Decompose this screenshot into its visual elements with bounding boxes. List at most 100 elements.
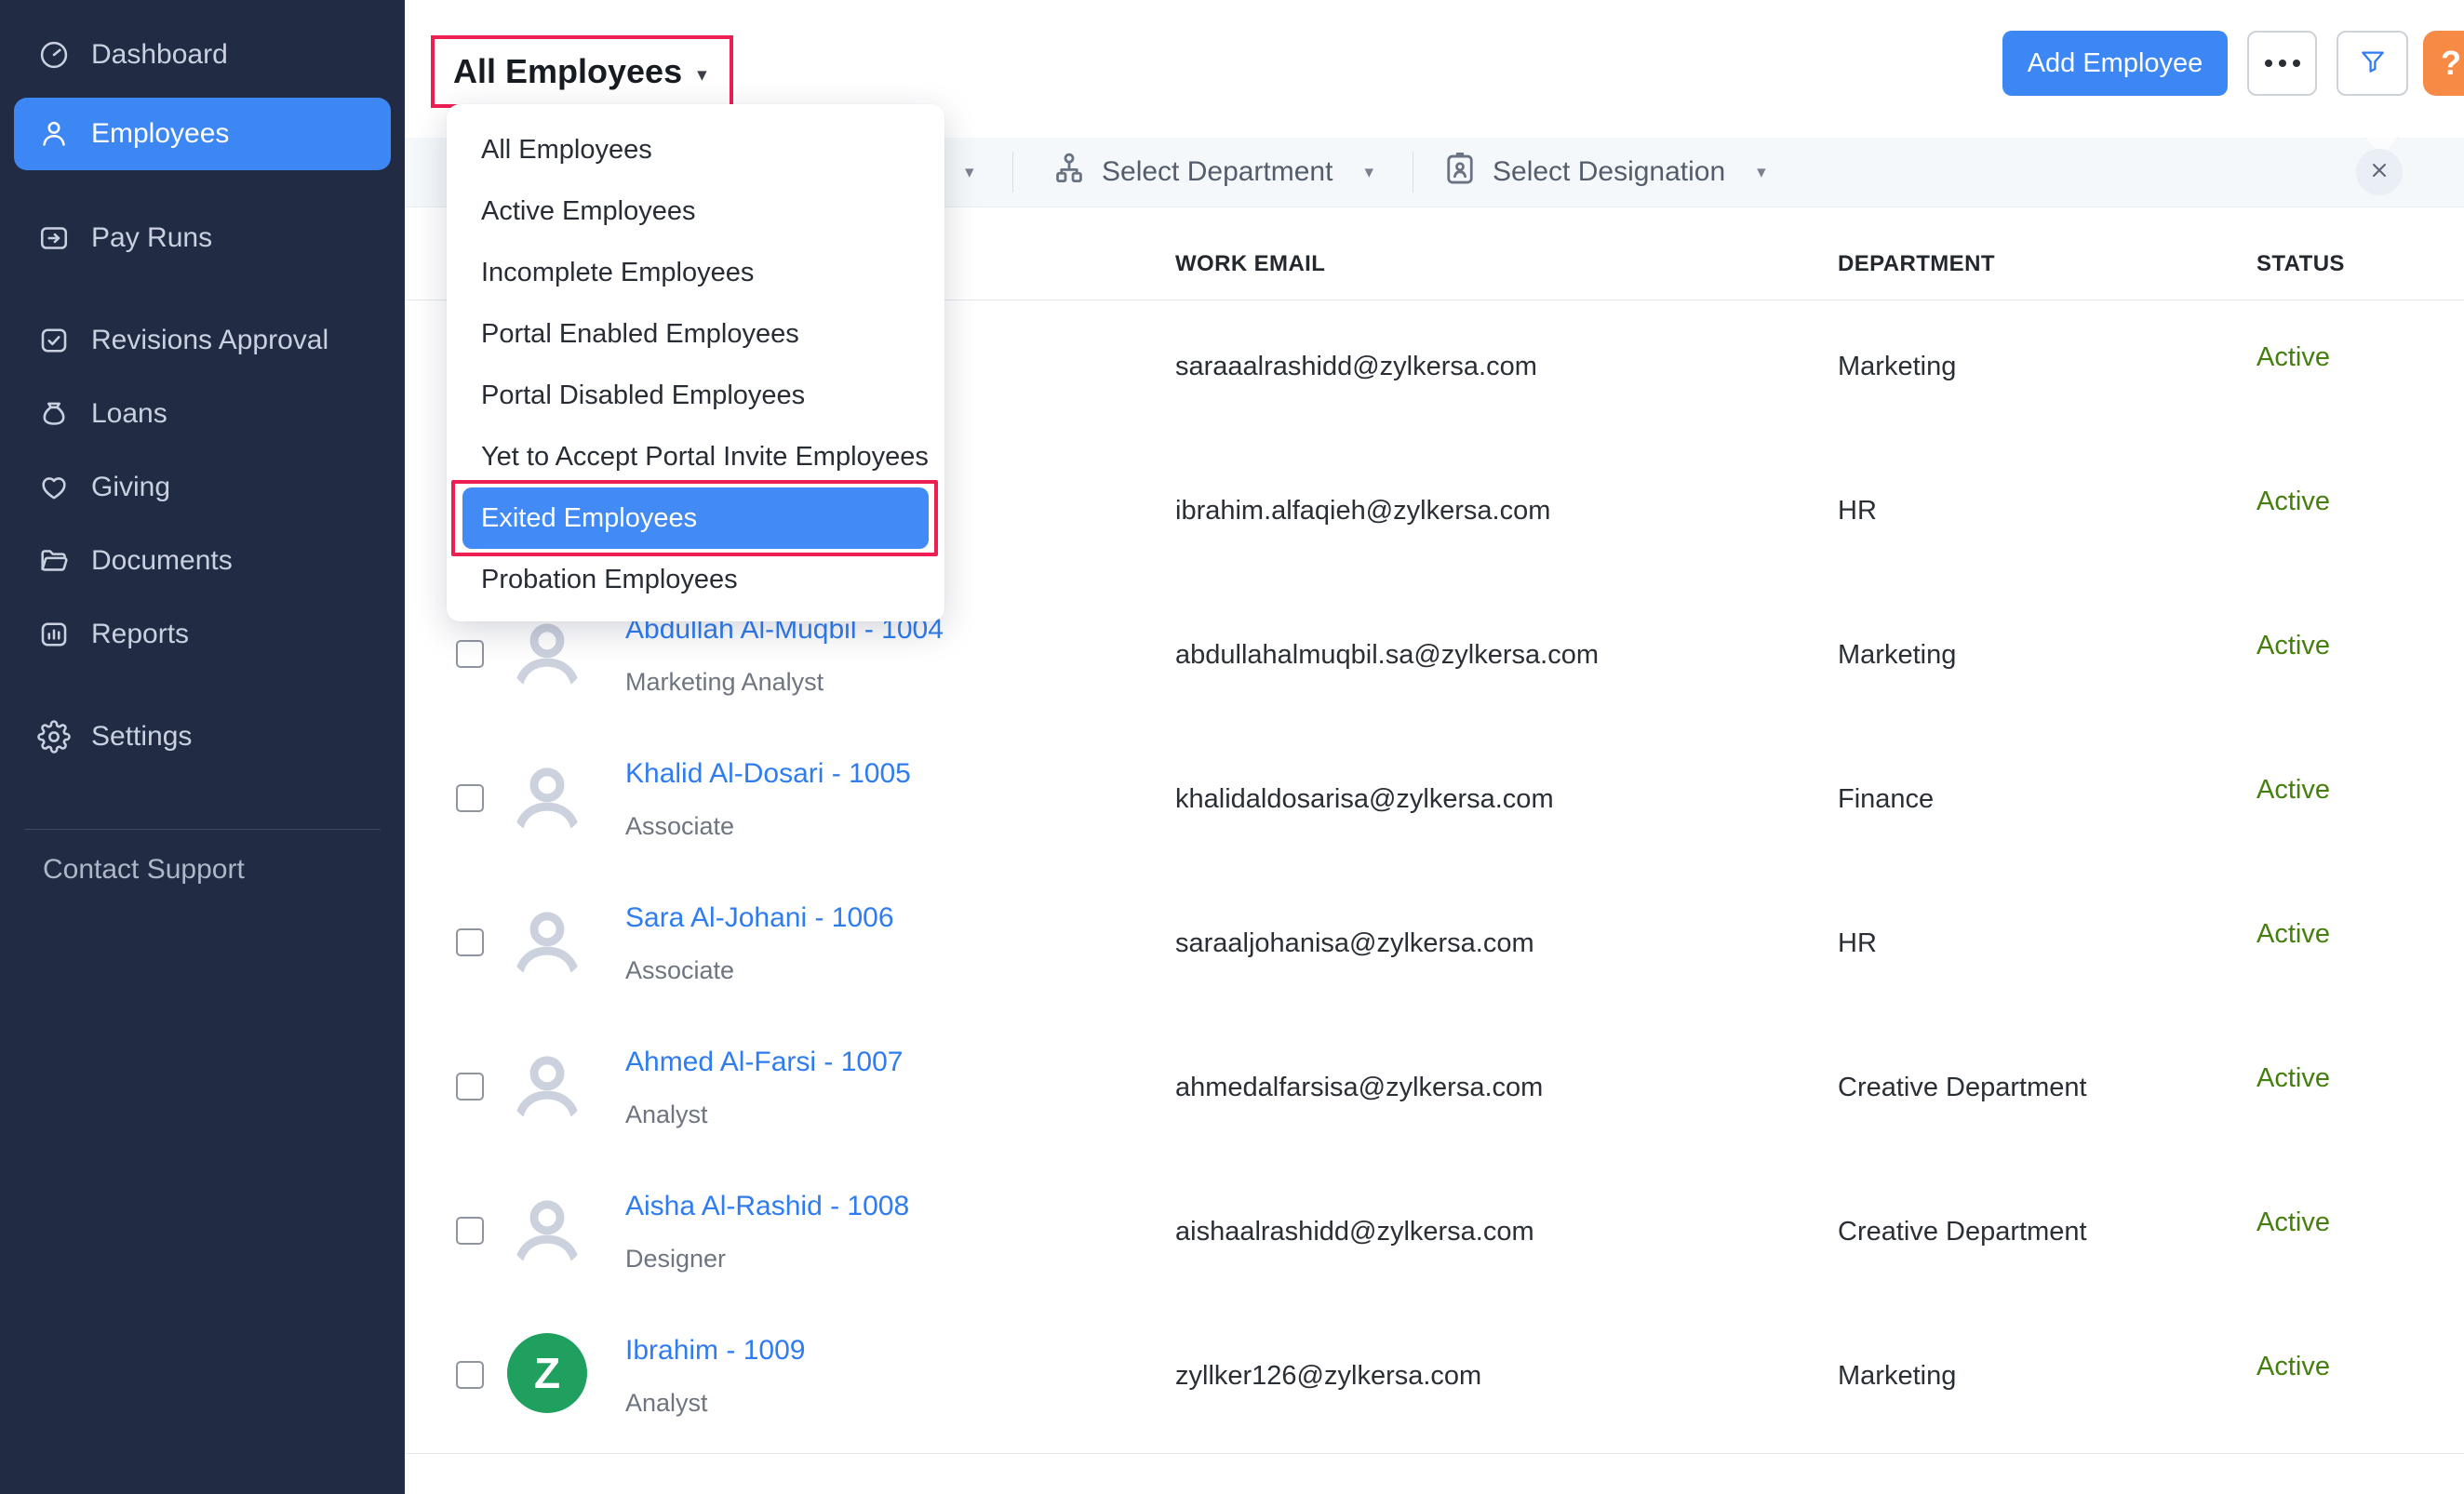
sidebar-item-label: Loans [91,398,167,430]
clear-filters-button[interactable] [2356,149,2403,195]
filter-button[interactable] [2337,31,2408,96]
employee-email: ahmedalfarsisa@zylkersa.com [1175,1073,1543,1103]
employee-department: Finance [1838,784,1934,815]
employee-name-link[interactable]: Ibrahim - 1009 [625,1335,805,1367]
select-department-filter[interactable]: Select Department ▾ [1050,138,1373,207]
loans-icon [37,397,71,431]
chevron-down-icon: ▾ [1364,162,1373,183]
avatar-placeholder-icon [507,1189,587,1269]
reports-icon [37,618,71,651]
status-badge: Active [2256,775,2330,806]
table-row: Khalid Al-Dosari - 1005 Associate khalid… [405,732,2464,876]
sidebar-item-employees[interactable]: Employees [14,98,391,170]
sidebar-item-settings[interactable]: Settings [0,706,405,767]
dropdown-item-label: All Employees [481,135,652,165]
avatar-placeholder-icon [507,612,587,692]
sidebar-item-reports[interactable]: Reports [0,604,405,665]
dropdown-item-label: Yet to Accept Portal Invite Employees [481,442,929,472]
documents-icon [37,544,71,578]
page-title-dropdown-trigger[interactable]: All Employees [453,53,682,90]
dropdown-item-label: Portal Disabled Employees [481,380,805,410]
row-checkbox[interactable] [456,1217,484,1245]
help-button[interactable]: ? [2423,31,2464,96]
status-badge: Active [2256,919,2330,950]
sidebar-item-loans[interactable]: Loans [0,383,405,445]
select-designation-filter[interactable]: Select Designation ▾ [1440,138,1766,207]
avatar-placeholder-icon [507,900,587,980]
employee-role: Designer [625,1245,726,1274]
sidebar-nav: Dashboard Employees Pay Runs Revisions A… [0,0,405,767]
sidebar-item-label: Reports [91,619,189,650]
row-checkbox[interactable] [456,784,484,812]
employee-name-link[interactable]: Khalid Al-Dosari - 1005 [625,758,911,790]
sidebar-item-dashboard[interactable]: Dashboard [0,24,405,86]
sidebar-item-documents[interactable]: Documents [0,530,405,592]
table-row: Aisha Al-Rashid - 1008 Designer aishaalr… [405,1165,2464,1309]
dropdown-item-label: Incomplete Employees [481,258,754,287]
employee-role: Marketing Analyst [625,668,824,697]
sidebar-item-label: Giving [91,472,170,503]
sidebar-item-label: Documents [91,545,233,577]
settings-icon [37,720,71,754]
close-icon [2368,159,2390,186]
table-row: Ahmed Al-Farsi - 1007 Analyst ahmedalfar… [405,1020,2464,1165]
employee-name-link[interactable]: Aisha Al-Rashid - 1008 [625,1191,909,1222]
sidebar-item-revisions-approval[interactable]: Revisions Approval [0,310,405,371]
select-department-label: Select Department [1102,156,1332,188]
dropdown-item-label: Portal Enabled Employees [481,319,799,349]
sidebar-item-giving[interactable]: Giving [0,457,405,518]
department-org-icon [1050,149,1089,195]
employee-role: Associate [625,956,734,985]
dropdown-item-yet-to-accept-portal-invite-employees[interactable]: Yet to Accept Portal Invite Employees [447,426,944,487]
funnel-icon [2358,47,2388,81]
employee-email: saraaalrashidd@zylkersa.com [1175,352,1537,382]
chevron-down-icon: ▾ [965,162,974,183]
row-checkbox[interactable] [456,1073,484,1100]
status-badge: Active [2256,1352,2330,1382]
status-badge: Active [2256,1063,2330,1094]
employee-email: ibrahim.alfaqieh@zylkersa.com [1175,496,1550,527]
employee-name-link[interactable]: Ahmed Al-Farsi - 1007 [625,1047,903,1078]
employee-role: Analyst [625,1389,708,1418]
sidebar-item-pay-runs[interactable]: Pay Runs [0,207,405,269]
dropdown-item-portal-enabled-employees[interactable]: Portal Enabled Employees [447,303,944,365]
add-employee-button[interactable]: Add Employee [2002,31,2228,96]
employee-department: Marketing [1838,1361,1956,1392]
sidebar-item-label: Pay Runs [91,222,212,254]
dropdown-item-probation-employees[interactable]: Probation Employees [447,549,944,610]
row-checkbox[interactable] [456,928,484,956]
row-checkbox[interactable] [456,1361,484,1389]
sidebar: Dashboard Employees Pay Runs Revisions A… [0,0,405,1494]
annotation-box-title: All Employees ▾ [431,35,733,108]
dropdown-item-label: Probation Employees [481,565,738,594]
sidebar-item-label: Settings [91,721,192,753]
row-checkbox[interactable] [456,640,484,668]
employee-name-link[interactable]: Sara Al-Johani - 1006 [625,902,894,934]
select-designation-label: Select Designation [1493,156,1725,188]
avatar-letter: Z [534,1348,560,1398]
contact-support-link[interactable]: Contact Support [0,854,405,886]
employee-email: zyllker126@zylkersa.com [1175,1361,1481,1392]
pay-runs-icon [37,221,71,255]
dropdown-item-incomplete-employees[interactable]: Incomplete Employees [447,242,944,303]
dropdown-item-active-employees[interactable]: Active Employees [447,180,944,242]
status-badge: Active [2256,342,2330,373]
dropdown-item-label: Active Employees [481,196,696,226]
more-options-button[interactable] [2247,31,2317,96]
filter-divider [1012,152,1013,193]
sidebar-item-label: Dashboard [91,39,228,71]
chevron-down-icon: ▾ [697,63,707,87]
hidden-filter-caret[interactable]: ▾ [965,138,974,207]
dropdown-item-portal-disabled-employees[interactable]: Portal Disabled Employees [447,365,944,426]
table-row: Z Ibrahim - 1009 Analyst zyllker126@zylk… [405,1309,2464,1453]
employee-department: Marketing [1838,352,1956,382]
employee-department: Marketing [1838,640,1956,671]
sidebar-item-label: Employees [91,118,229,150]
employee-department: Creative Department [1838,1073,2087,1103]
employee-role: Analyst [625,1100,708,1129]
dropdown-item-exited-employees[interactable]: Exited Employees [462,487,929,549]
dropdown-item-all-employees[interactable]: All Employees [447,119,944,180]
avatar: Z [507,1333,587,1413]
chevron-down-icon: ▾ [1757,162,1766,183]
employee-department: HR [1838,496,1877,527]
